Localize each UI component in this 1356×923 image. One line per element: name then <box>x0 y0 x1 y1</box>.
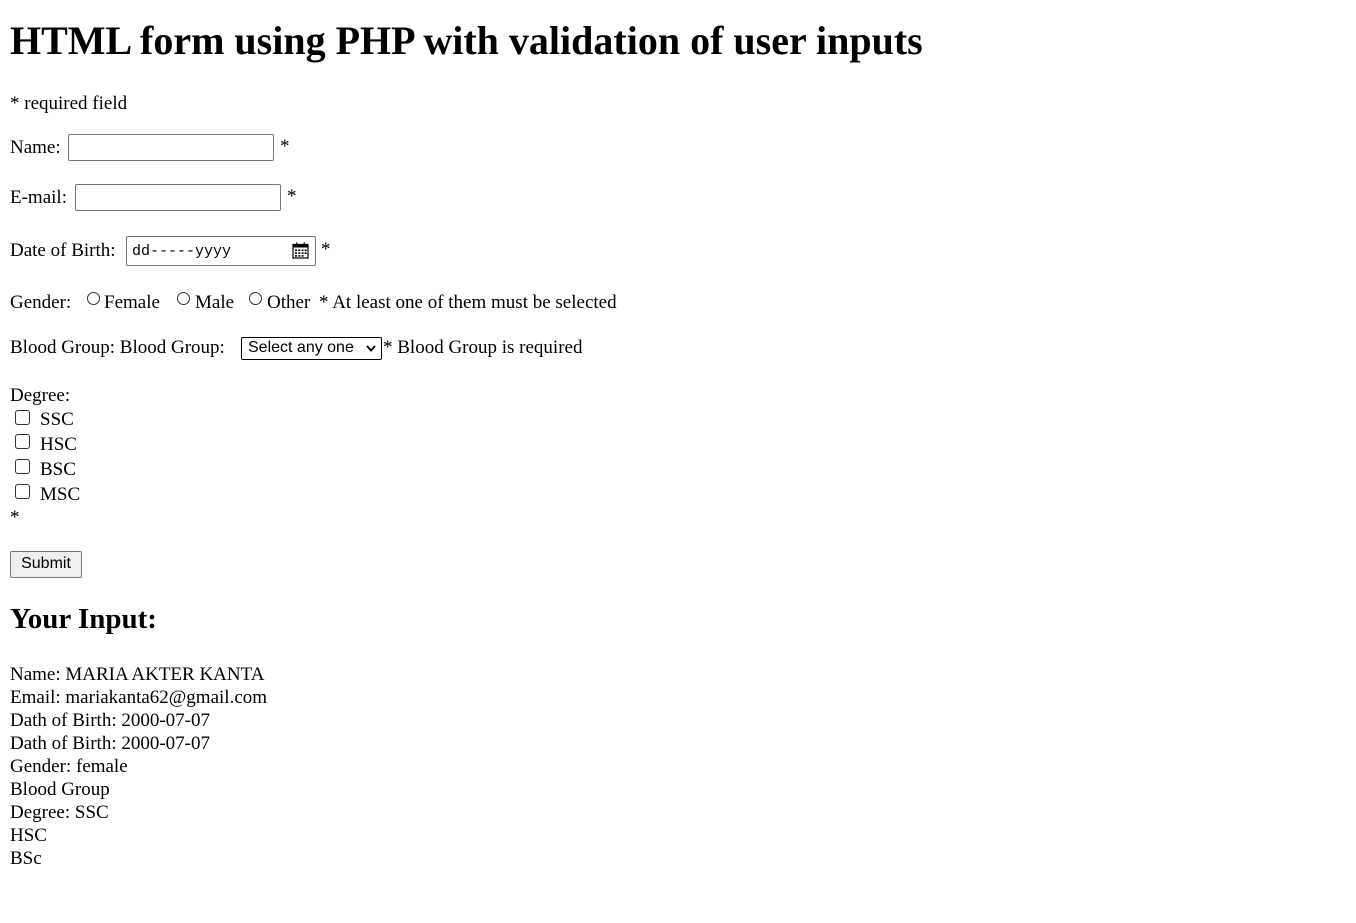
output-line: BSc <box>10 848 42 869</box>
output-line: HSC <box>10 825 47 846</box>
gender-radio-other[interactable] <box>249 292 262 305</box>
email-input[interactable] <box>75 184 281 211</box>
degree-checkbox-msc[interactable] <box>15 484 30 499</box>
name-required-mark: * <box>280 136 290 157</box>
degree-required-mark: * <box>10 507 20 528</box>
degree-option-ssc: SSC <box>40 409 74 430</box>
output-line: Name: MARIA AKTER KANTA <box>10 664 265 685</box>
chevron-down-icon <box>366 345 376 352</box>
calendar-icon[interactable] <box>292 242 309 259</box>
email-label: E-mail: <box>10 187 67 208</box>
output-line: Dath of Birth: 2000-07-07 <box>10 733 211 754</box>
degree-option-bsc: BSC <box>40 459 76 480</box>
output-line: Dath of Birth: 2000-07-07 <box>10 710 211 731</box>
degree-checkbox-hsc[interactable] <box>15 434 30 449</box>
gender-option-female: Female <box>104 292 160 313</box>
output-line: Email: mariakanta62@gmail.com <box>10 687 268 708</box>
degree-checkbox-ssc[interactable] <box>15 410 30 425</box>
blood-group-selected: Select any one <box>248 339 354 356</box>
submit-button[interactable]: Submit <box>10 551 82 578</box>
dob-input[interactable]: dd-----yyyy <box>126 236 316 266</box>
degree-option-msc: MSC <box>40 484 81 505</box>
output-line: Blood Group <box>10 779 110 800</box>
gender-label: Gender: <box>10 292 72 313</box>
page: HTML form using PHP with validation of u… <box>0 0 1356 923</box>
output-heading: Your Input: <box>10 603 157 635</box>
page-title: HTML form using PHP with validation of u… <box>10 18 923 63</box>
dob-label: Date of Birth: <box>10 240 116 261</box>
gender-option-male: Male <box>195 292 235 313</box>
degree-checkbox-bsc[interactable] <box>15 459 30 474</box>
output-line: Gender: female <box>10 756 128 777</box>
gender-radio-male[interactable] <box>177 292 190 305</box>
name-input[interactable] <box>68 134 274 161</box>
gender-error: * At least one of them must be selected <box>319 292 617 313</box>
degree-option-hsc: HSC <box>40 434 77 455</box>
dob-required-mark: * <box>321 239 331 260</box>
dob-placeholder: dd-----yyyy <box>132 243 232 260</box>
gender-option-other: Other <box>267 292 311 313</box>
blood-group-error: * Blood Group is required <box>383 337 583 358</box>
email-required-mark: * <box>287 186 297 207</box>
gender-radio-female[interactable] <box>87 292 100 305</box>
name-label: Name: <box>10 137 61 158</box>
required-note: * required field <box>10 93 128 114</box>
blood-group-select[interactable]: Select any one <box>241 337 382 360</box>
blood-group-label: Blood Group: Blood Group: <box>10 337 225 358</box>
degree-label: Degree: <box>10 385 71 406</box>
output-line: Degree: SSC <box>10 802 109 823</box>
